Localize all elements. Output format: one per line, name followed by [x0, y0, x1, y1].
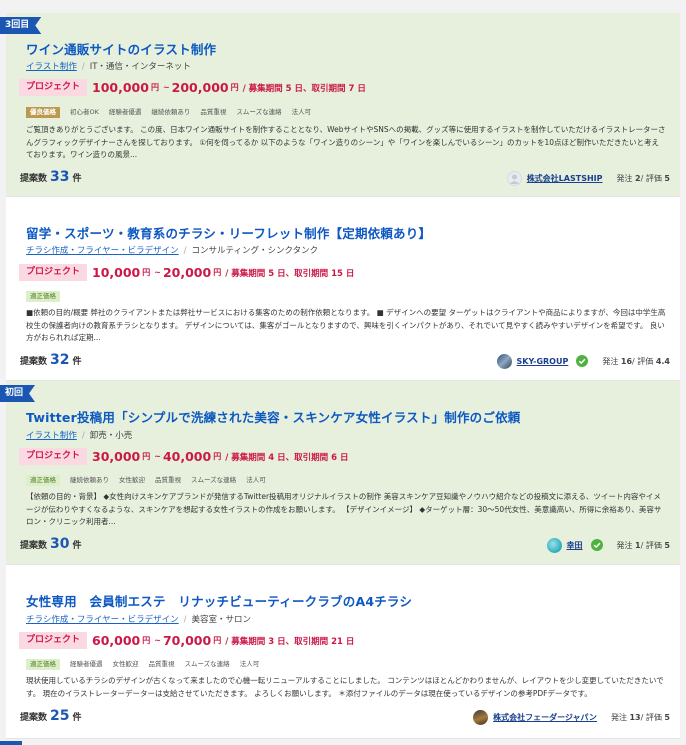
condition-tag: 法人可 — [291, 107, 312, 116]
job-card[interactable]: 留学・スポーツ・教育系のチラシ・リーフレット制作【定期依頼あり】 チラシ作成・フ… — [6, 197, 680, 381]
condition-tag: 経験者優遇 — [108, 107, 142, 116]
category-line: チラシ作成・フライヤー・ビラデザイン / 美容室・サロン — [26, 615, 251, 625]
job-listing: 3回目 ワイン通販サイトのイラスト制作 イラスト制作 / IT・通信・インターネット… — [0, 0, 686, 745]
verified-badge-icon — [576, 355, 589, 367]
project-type-badge: プロジェクト — [19, 632, 88, 649]
job-description: 【依頼の目的・背景】 ◆女性向けスキンケアブランドが発信するTwitter投稿用… — [26, 492, 662, 526]
price-min: 60,000 — [92, 633, 141, 648]
client-avatar[interactable] — [496, 353, 512, 369]
proposal-count: 提案数 25 件 — [20, 708, 82, 724]
client-info: SKY-GROUP 発注 16/ 評価 4.4 — [496, 353, 670, 369]
project-type-badge: プロジェクト — [19, 448, 88, 465]
condition-tag: スムーズな連絡 — [236, 107, 282, 116]
price-row: プロジェクト 10,000 円 ~ 20,000 円 / 募集期間 5 日、取引… — [19, 264, 354, 281]
client-info: 株式会社フェーダージャパン 発注 13/ 評価 5 — [473, 709, 670, 725]
repeat-count-ribbon: 初回 — [0, 385, 35, 402]
price-max: 70,000 — [162, 633, 212, 648]
client-stats: 発注 16/ 評価 4.4 — [602, 356, 670, 366]
job-description: ご覧頂きありがとうございます。 この度、日本ワイン通販サイトを制作することとなり… — [26, 125, 666, 159]
default-user-icon — [509, 174, 519, 184]
condition-tag: 女性歓迎 — [112, 659, 139, 668]
industry-label: 卸売・小売 — [89, 431, 133, 441]
condition-tag: 女性歓迎 — [119, 475, 145, 484]
condition-tag: 継続依頼あり — [151, 107, 191, 116]
client-avatar[interactable] — [506, 170, 522, 186]
period-info: / 募集期間 4 日、取引期間 6 日 — [225, 452, 349, 463]
industry-label: 美容室・サロン — [191, 615, 251, 625]
category-link[interactable]: イラスト制作 — [26, 431, 77, 441]
condition-tag: 品質重視 — [155, 475, 181, 484]
price-quality-tag: 優良価格 — [26, 106, 60, 118]
price-max: 40,000 — [162, 449, 212, 464]
period-info: / 募集期間 5 日、取引期間 15 日 — [225, 268, 355, 279]
client-name-link[interactable]: SKY-GROUP — [517, 357, 569, 366]
job-title-link[interactable]: 女性専用 会員制エステ リナッチビューティークラブのA4チラシ — [26, 591, 412, 610]
client-avatar[interactable] — [546, 537, 562, 553]
industry-label: IT・通信・インターネット — [89, 62, 191, 72]
job-title-link[interactable]: Twitter投稿用「シンプルで洗練された美容・スキンケア女性イラスト」制作のご… — [26, 407, 520, 426]
proposal-count: 提案数 33 件 — [20, 169, 82, 185]
job-card[interactable]: 3回目 ワイン通販サイトのイラスト制作 イラスト制作 / IT・通信・インターネット… — [6, 13, 680, 197]
client-name-link[interactable]: 幸田 — [567, 540, 583, 551]
repeat-count-ribbon: 3回目 — [0, 17, 41, 34]
category-link[interactable]: チラシ作成・フライヤー・ビラデザイン — [26, 246, 179, 256]
price-row: プロジェクト 30,000 円 ~ 40,000 円 / 募集期間 4 日、取引… — [19, 448, 348, 465]
job-card[interactable]: 初回 Twitter投稿用「シンプルで洗練された美容・スキンケア女性イラスト」制… — [6, 381, 680, 565]
proposal-count: 提案数 30 件 — [20, 536, 82, 552]
client-stats: 発注 2/ 評価 5 — [616, 173, 671, 183]
job-card[interactable]: 女性専用 会員制エステ リナッチビューティークラブのA4チラシ チラシ作成・フラ… — [6, 565, 680, 739]
job-title-link[interactable]: 留学・スポーツ・教育系のチラシ・リーフレット制作【定期依頼あり】 — [26, 223, 431, 242]
price-row: プロジェクト 100,000 円 ~ 200,000 円 / 募集期間 5 日、… — [19, 79, 366, 96]
price-quality-tag: 適正価格 — [26, 290, 60, 302]
job-description: ■依頼の目的/概要 弊社のクライアントまたは弊社サービスにおける集客のための制作… — [26, 308, 666, 342]
period-info: / 募集期間 5 日、取引期間 7 日 — [242, 83, 366, 94]
client-info: 幸田 発注 1/ 評価 5 — [546, 537, 671, 553]
condition-tag: 法人可 — [246, 475, 266, 484]
condition-tag: 法人可 — [239, 659, 260, 668]
price-min: 10,000 — [92, 265, 141, 280]
client-stats: 発注 13/ 評価 5 — [610, 712, 670, 722]
client-avatar[interactable] — [473, 709, 489, 725]
condition-tag: 経験者優遇 — [70, 659, 103, 668]
price-max: 20,000 — [162, 265, 212, 280]
proposal-count: 提案数 32 件 — [20, 352, 82, 368]
category-link[interactable]: イラスト制作 — [26, 62, 77, 72]
tag-list: 適正価格 継続依頼あり 女性歓迎 品質重視 スムーズな連絡 法人可 — [26, 474, 276, 486]
client-stats: 発注 1/ 評価 5 — [616, 540, 671, 550]
tag-list: 適正価格 — [26, 290, 70, 302]
price-row: プロジェクト 60,000 円 ~ 70,000 円 / 募集期間 3 日、取引… — [19, 632, 354, 649]
next-card-ribbon — [0, 741, 22, 745]
industry-label: コンサルティング・シンクタンク — [191, 246, 319, 256]
job-description: 現状使用しているチラシのデザインが古くなって来ましたので心機一転リニューアルする… — [26, 676, 664, 698]
client-name-link[interactable]: 株式会社フェーダージャパン — [493, 712, 597, 723]
tag-list: 優良価格 初心者OK 経験者優遇 継続依頼あり 品質重視 スムーズな連絡 法人可 — [26, 106, 321, 118]
category-link[interactable]: チラシ作成・フライヤー・ビラデザイン — [26, 615, 179, 625]
client-name-link[interactable]: 株式会社LASTSHIP — [527, 173, 603, 184]
project-type-badge: プロジェクト — [19, 264, 88, 281]
condition-tag: 初心者OK — [70, 107, 99, 116]
project-type-badge: プロジェクト — [19, 79, 88, 96]
condition-tag: スムーズな連絡 — [184, 659, 230, 668]
price-min: 30,000 — [92, 449, 141, 464]
condition-tag: 品質重視 — [148, 659, 175, 668]
tag-list: 適正価格 経験者優遇 女性歓迎 品質重視 スムーズな連絡 法人可 — [26, 658, 269, 670]
price-quality-tag: 適正価格 — [26, 474, 60, 486]
job-title-link[interactable]: ワイン通販サイトのイラスト制作 — [26, 39, 216, 58]
verified-badge-icon — [590, 539, 603, 551]
client-info: 株式会社LASTSHIP 発注 2/ 評価 5 — [506, 170, 671, 186]
category-line: イラスト制作 / IT・通信・インターネット — [26, 62, 191, 72]
condition-tag: スムーズな連絡 — [191, 475, 237, 484]
category-line: イラスト制作 / 卸売・小売 — [26, 431, 133, 441]
category-line: チラシ作成・フライヤー・ビラデザイン / コンサルティング・シンクタンク — [26, 246, 319, 256]
condition-tag: 品質重視 — [200, 107, 227, 116]
period-info: / 募集期間 3 日、取引期間 21 日 — [225, 636, 355, 647]
price-max: 200,000 — [171, 80, 229, 95]
price-quality-tag: 適正価格 — [26, 658, 60, 670]
price-min: 100,000 — [92, 80, 149, 95]
condition-tag: 継続依頼あり — [70, 475, 109, 484]
